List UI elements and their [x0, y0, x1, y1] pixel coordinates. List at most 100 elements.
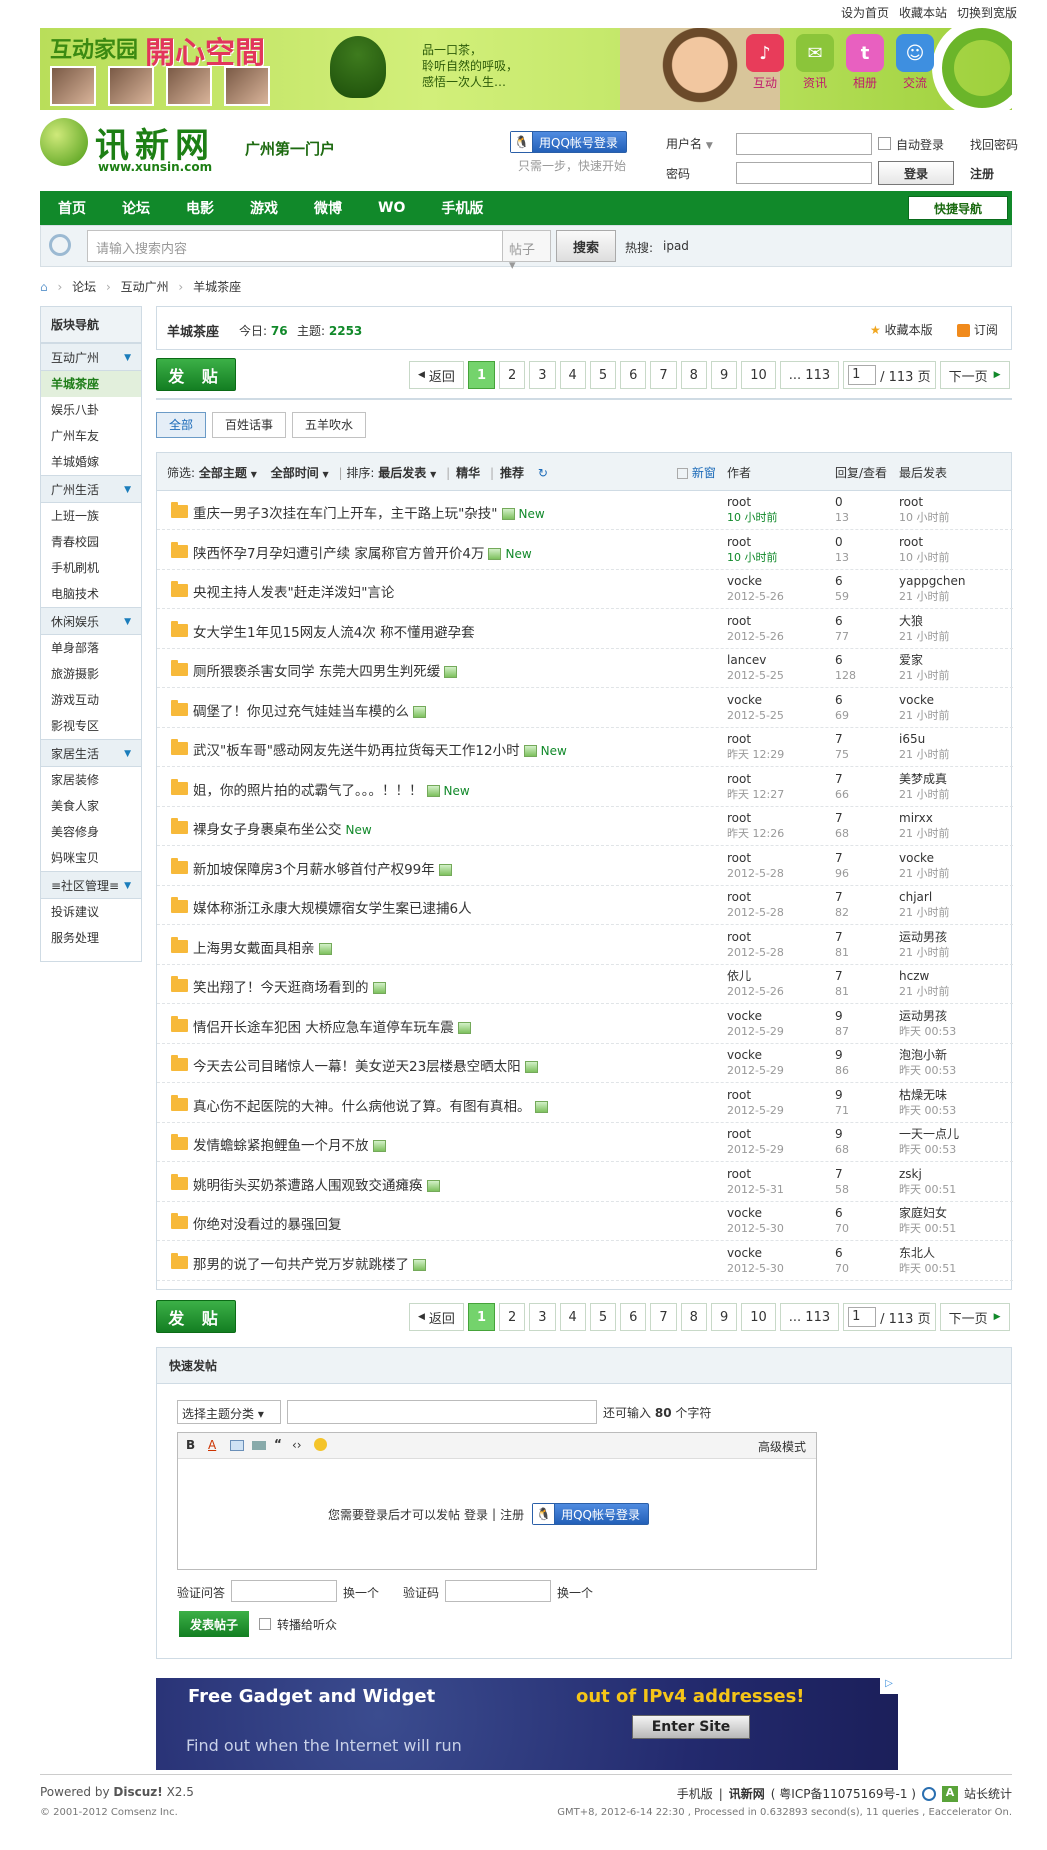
banner-link-1[interactable]: ♪ 互动	[745, 34, 785, 91]
page-link[interactable]: ... 113	[779, 361, 840, 389]
tab-all[interactable]: 全部	[156, 412, 207, 438]
ad-enter-button[interactable]: Enter Site	[632, 1715, 750, 1739]
sidebar-item[interactable]: 投诉建议	[41, 899, 141, 925]
lastpost-date[interactable]: 21 小时前	[899, 747, 950, 762]
thread-row[interactable]: 媒体称浙江永康大规模嫖宿女学生案已逮捕6人 root 2012-5-28 7 82 chj…	[157, 886, 1013, 925]
all-time-filter[interactable]: 全部时间	[271, 466, 319, 480]
footer-icp-link[interactable]: ( 粤ICP备11075169号-1 )	[771, 1785, 916, 1802]
page-link[interactable]: 7	[650, 361, 677, 389]
refresh-icon[interactable]: ↻	[538, 466, 548, 480]
lastpost-user-link[interactable]: root	[899, 535, 950, 550]
breadcrumb-area[interactable]: 互动广州	[121, 280, 169, 294]
lastpost-date[interactable]: 昨天 00:51	[899, 1182, 956, 1197]
sidebar-item[interactable]: 影视专区	[41, 713, 141, 739]
thread-row[interactable]: 新加坡保障房3个月薪水够首付产权99年 root 2012-5-28 7 96 vocke…	[157, 847, 1013, 886]
collapse-arrow-icon[interactable]: ▼	[124, 344, 131, 372]
page-link[interactable]: 7	[650, 1303, 677, 1331]
thread-title-link[interactable]: 发情蟾蜍紧抱鲤鱼一个月不放	[193, 1138, 369, 1154]
author-link[interactable]: root	[727, 732, 784, 747]
lastpost-user-link[interactable]: hczw	[899, 969, 950, 984]
sidebar-item[interactable]: 上班一族	[41, 503, 141, 529]
sidebar-group[interactable]: 家居生活 ▼	[41, 739, 141, 767]
lastpost-user-link[interactable]: zskj	[899, 1167, 956, 1182]
editor-qq-login-button[interactable]: 🐧 用QQ帐号登录	[532, 1503, 649, 1525]
breadcrumb-forum[interactable]: 论坛	[72, 280, 96, 294]
sidebar-item[interactable]: 广州车友	[41, 423, 141, 449]
banner-link-3[interactable]: t 相册	[845, 34, 885, 91]
thread-row[interactable]: 笑出翔了！今天逛商场看到的 依儿 2012-5-26 7 81 hczw 21 小时前	[157, 965, 1013, 1004]
lastpost-user-link[interactable]: 运动男孩	[899, 1009, 956, 1024]
author-link[interactable]: vocke	[727, 1009, 784, 1024]
hot-search-link[interactable]: ipad	[663, 239, 689, 253]
sidebar-item[interactable]: 美容修身	[41, 819, 141, 845]
thread-title-link[interactable]: 央视主持人发表"赶走洋泼妇"言论	[193, 585, 394, 601]
lastpost-date[interactable]: 21 小时前	[899, 787, 950, 802]
author-link[interactable]: root	[727, 930, 784, 945]
lastpost-user-link[interactable]: 泡泡小新	[899, 1048, 956, 1063]
change-question-link[interactable]: 换一个	[343, 1584, 379, 1601]
author-link[interactable]: root	[727, 535, 778, 550]
lastpost-date[interactable]: 21 小时前	[899, 905, 950, 920]
lastpost-user-link[interactable]: 一天一点儿	[899, 1127, 959, 1142]
thread-row[interactable]: 央视主持人发表"赶走洋泼妇"言论 vocke 2012-5-26 6 59 yappgch…	[157, 570, 1013, 609]
password-input[interactable]	[736, 162, 872, 184]
find-password-link[interactable]: 找回密码	[970, 136, 1018, 153]
lastpost-user-link[interactable]: yappgchen	[899, 574, 966, 589]
switch-wide-link[interactable]: 切换到宽版	[957, 4, 1017, 21]
editor-login-link[interactable]: 登录	[464, 1506, 488, 1523]
lastpost-user-link[interactable]: vocke	[899, 693, 950, 708]
lastpost-date[interactable]: 21 小时前	[899, 708, 950, 723]
thread-title-link[interactable]: 女大学生1年见15网友人流4次 称不懂用避孕套	[193, 625, 475, 641]
author-link[interactable]: vocke	[727, 1206, 784, 1221]
sidebar-item[interactable]: 羊城茶座	[41, 371, 141, 397]
editor-register-link[interactable]: 注册	[500, 1506, 524, 1523]
category-select[interactable]: 选择主题分类 ▾	[177, 1400, 281, 1424]
thread-row[interactable]: 厕所猥亵杀害女同学 东莞大四男生判死缓 lancev 2012-5-25 6 128 爱家…	[157, 649, 1013, 688]
lastpost-date[interactable]: 昨天 00:51	[899, 1221, 956, 1236]
thread-row[interactable]: 上海男女戴面具相亲 root 2012-5-28 7 81 运动男孩 21 小时前	[157, 926, 1013, 965]
sidebar-item[interactable]: 服务处理	[41, 925, 141, 951]
smiley-icon[interactable]	[314, 1438, 327, 1451]
thread-title-link[interactable]: 今天去公司目睹惊人一幕！美女逆天23层楼悬空晒太阳	[193, 1059, 521, 1075]
thread-row[interactable]: 情侣开长途车犯困 大桥应急车道停车玩车震 vocke 2012-5-29 9 87 运动男…	[157, 1005, 1013, 1044]
bold-icon[interactable]: B	[186, 1438, 195, 1452]
sidebar-item[interactable]: 家居装修	[41, 767, 141, 793]
sidebar-group[interactable]: 广州生活 ▼	[41, 475, 141, 503]
ad-banner[interactable]: Free Gadget and Widget out of IPv4 addre…	[156, 1678, 898, 1770]
nav-wo[interactable]: WO	[360, 200, 423, 216]
quick-nav-button[interactable]: 快捷导航	[908, 196, 1008, 220]
page-input-bottom[interactable]: 1/ 113 页	[843, 1303, 936, 1331]
sidebar-item[interactable]: 妈咪宝贝	[41, 845, 141, 871]
next-page-button-top[interactable]: 下一页 ▶	[939, 361, 1010, 389]
qa-input[interactable]	[231, 1580, 337, 1602]
thread-title-link[interactable]: 媒体称浙江永康大规模嫖宿女学生案已逮捕6人	[193, 901, 472, 917]
lastpost-user-link[interactable]: 爱家	[899, 653, 950, 668]
auto-login-checkbox[interactable]	[878, 137, 891, 150]
thread-title-link[interactable]: 碉堡了！你见过充气娃娃当车模的么	[193, 704, 409, 720]
page-link[interactable]: 9	[710, 1303, 738, 1331]
lastpost-date[interactable]: 21 小时前	[899, 984, 950, 999]
thread-title-link[interactable]: 重庆一男子3次挂在车门上开车，主干路上玩"杂技"	[193, 506, 498, 522]
page-link[interactable]: 3	[529, 1303, 556, 1331]
set-homepage-link[interactable]: 设为首页	[841, 4, 889, 21]
share-checkbox[interactable]	[259, 1618, 271, 1630]
thread-row[interactable]: 发情蟾蜍紧抱鲤鱼一个月不放 root 2012-5-29 9 68 一天一点儿 昨天 00:…	[157, 1123, 1013, 1162]
lastpost-date[interactable]: 21 小时前	[899, 668, 950, 683]
lastpost-user-link[interactable]: 美梦成真	[899, 772, 950, 787]
author-link[interactable]: vocke	[727, 574, 784, 589]
page-input-top[interactable]: 1/ 113 页	[843, 361, 936, 389]
sidebar-item[interactable]: 手机刷机	[41, 555, 141, 581]
collapse-arrow-icon[interactable]: ▼	[124, 476, 131, 504]
lastpost-user-link[interactable]: i65u	[899, 732, 950, 747]
lastpost-date[interactable]: 昨天 00:53	[899, 1103, 956, 1118]
footer-stats-link[interactable]: 站长统计	[964, 1785, 1012, 1802]
author-link[interactable]: root	[727, 614, 784, 629]
quote-icon[interactable]: “	[274, 1437, 282, 1451]
all-topics-filter[interactable]: 全部主题	[199, 466, 247, 480]
nav-weibo[interactable]: 微博	[296, 198, 360, 218]
author-link[interactable]: vocke	[727, 693, 784, 708]
favorite-board-button[interactable]: ★ 收藏本版	[870, 321, 933, 338]
sidebar-item[interactable]: 娱乐八卦	[41, 397, 141, 423]
sidebar-group[interactable]: ≡社区管理≡ ▼	[41, 871, 141, 899]
bookmark-site-link[interactable]: 收藏本站	[899, 4, 947, 21]
